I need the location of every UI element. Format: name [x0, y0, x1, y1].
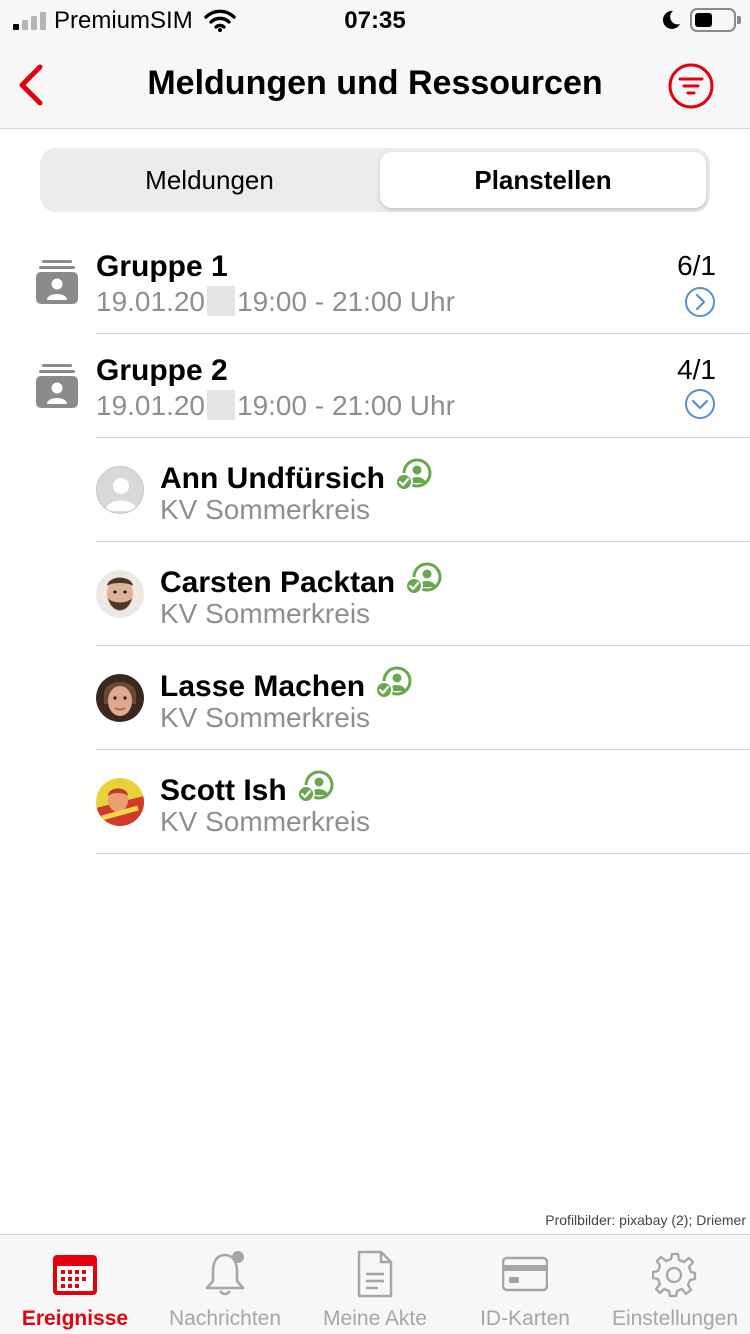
moon-icon	[662, 10, 680, 29]
list-item[interactable]: Carsten Packtan KV Sommerkreis	[0, 542, 750, 646]
group-title: Gruppe 2	[96, 354, 228, 387]
tab-label: ID-Karten	[480, 1307, 570, 1330]
group-row[interactable]: Gruppe 1 19.01.20 19:00 - 21:00 Uhr 6/1	[0, 230, 750, 334]
gear-icon	[652, 1252, 697, 1298]
segment-planstellen[interactable]: Planstellen	[380, 152, 706, 208]
status-ok-icon	[375, 666, 412, 699]
navigation-bar: Meldungen und Ressourcen	[0, 40, 750, 129]
person-org: KV Sommerkreis	[160, 598, 371, 629]
status-ok-icon	[296, 770, 334, 803]
photo-credits: Profilbilder: pixabay (2); Driemer	[545, 1212, 746, 1228]
avatar	[96, 466, 144, 514]
person-name: Carsten Packtan	[160, 562, 443, 600]
tab-label: Meine Akte	[323, 1307, 427, 1330]
status-ok-icon	[405, 562, 442, 595]
redacted-year	[207, 390, 235, 420]
group-time: 19.01.20 19:00 - 21:00 Uhr	[96, 286, 455, 317]
avatar	[96, 778, 144, 826]
divider	[96, 853, 750, 854]
group-icon	[36, 364, 78, 408]
group-icon	[36, 260, 78, 304]
list-item[interactable]: Lasse Machen KV Sommerkreis	[0, 646, 750, 750]
status-time: 07:35	[344, 7, 406, 34]
group-row[interactable]: Gruppe 2 19.01.20 19:00 - 21:00 Uhr 4/1	[0, 334, 750, 438]
person-name: Scott Ish	[160, 770, 335, 808]
person-name: Ann Undfürsich	[160, 458, 433, 496]
tab-einstellungen[interactable]: Einstellungen	[600, 1235, 750, 1334]
battery-icon	[690, 8, 741, 32]
tab-label: Einstellungen	[611, 1307, 739, 1330]
group-time: 19.01.20 19:00 - 21:00 Uhr	[96, 390, 455, 421]
calendar-icon	[53, 1255, 97, 1295]
bell-icon	[205, 1251, 245, 1296]
person-name: Lasse Machen	[160, 666, 413, 704]
tab-ereignisse[interactable]: Ereignisse	[0, 1235, 150, 1334]
id-card-icon	[502, 1256, 548, 1292]
status-ok-icon	[395, 458, 432, 491]
tab-id-karten[interactable]: ID-Karten	[450, 1235, 600, 1334]
redacted-year	[207, 286, 235, 316]
tab-nachrichten[interactable]: Nachrichten	[150, 1235, 300, 1334]
person-org: KV Sommerkreis	[160, 494, 371, 525]
group-title: Gruppe 1	[96, 250, 228, 283]
chevron-down-icon[interactable]	[684, 388, 716, 420]
tab-label: Ereignisse	[21, 1307, 129, 1330]
group-count: 6/1	[677, 250, 716, 281]
group-count: 4/1	[677, 354, 716, 385]
tab-label: Nachrichten	[168, 1307, 282, 1330]
page-title: Meldungen und Ressourcen	[147, 64, 603, 102]
status-bar: PremiumSIM 07:35	[0, 0, 750, 40]
segment-meldungen[interactable]: Meldungen	[44, 152, 375, 208]
avatar	[96, 570, 144, 618]
list-item[interactable]: Scott Ish KV Sommerkreis	[0, 750, 750, 854]
filter-button[interactable]	[667, 62, 715, 110]
person-org: KV Sommerkreis	[160, 702, 371, 733]
list-item[interactable]: Ann Undfürsich KV Sommerkreis	[0, 438, 750, 542]
chevron-right-icon[interactable]	[684, 286, 716, 318]
tab-bar: Ereignisse Nachrichten Meine Akte ID-Kar…	[0, 1234, 750, 1334]
segmented-control: Meldungen Planstellen	[40, 148, 710, 212]
document-icon	[357, 1250, 393, 1298]
tab-meine-akte[interactable]: Meine Akte	[300, 1235, 450, 1334]
person-org: KV Sommerkreis	[160, 806, 371, 837]
avatar	[96, 674, 144, 722]
